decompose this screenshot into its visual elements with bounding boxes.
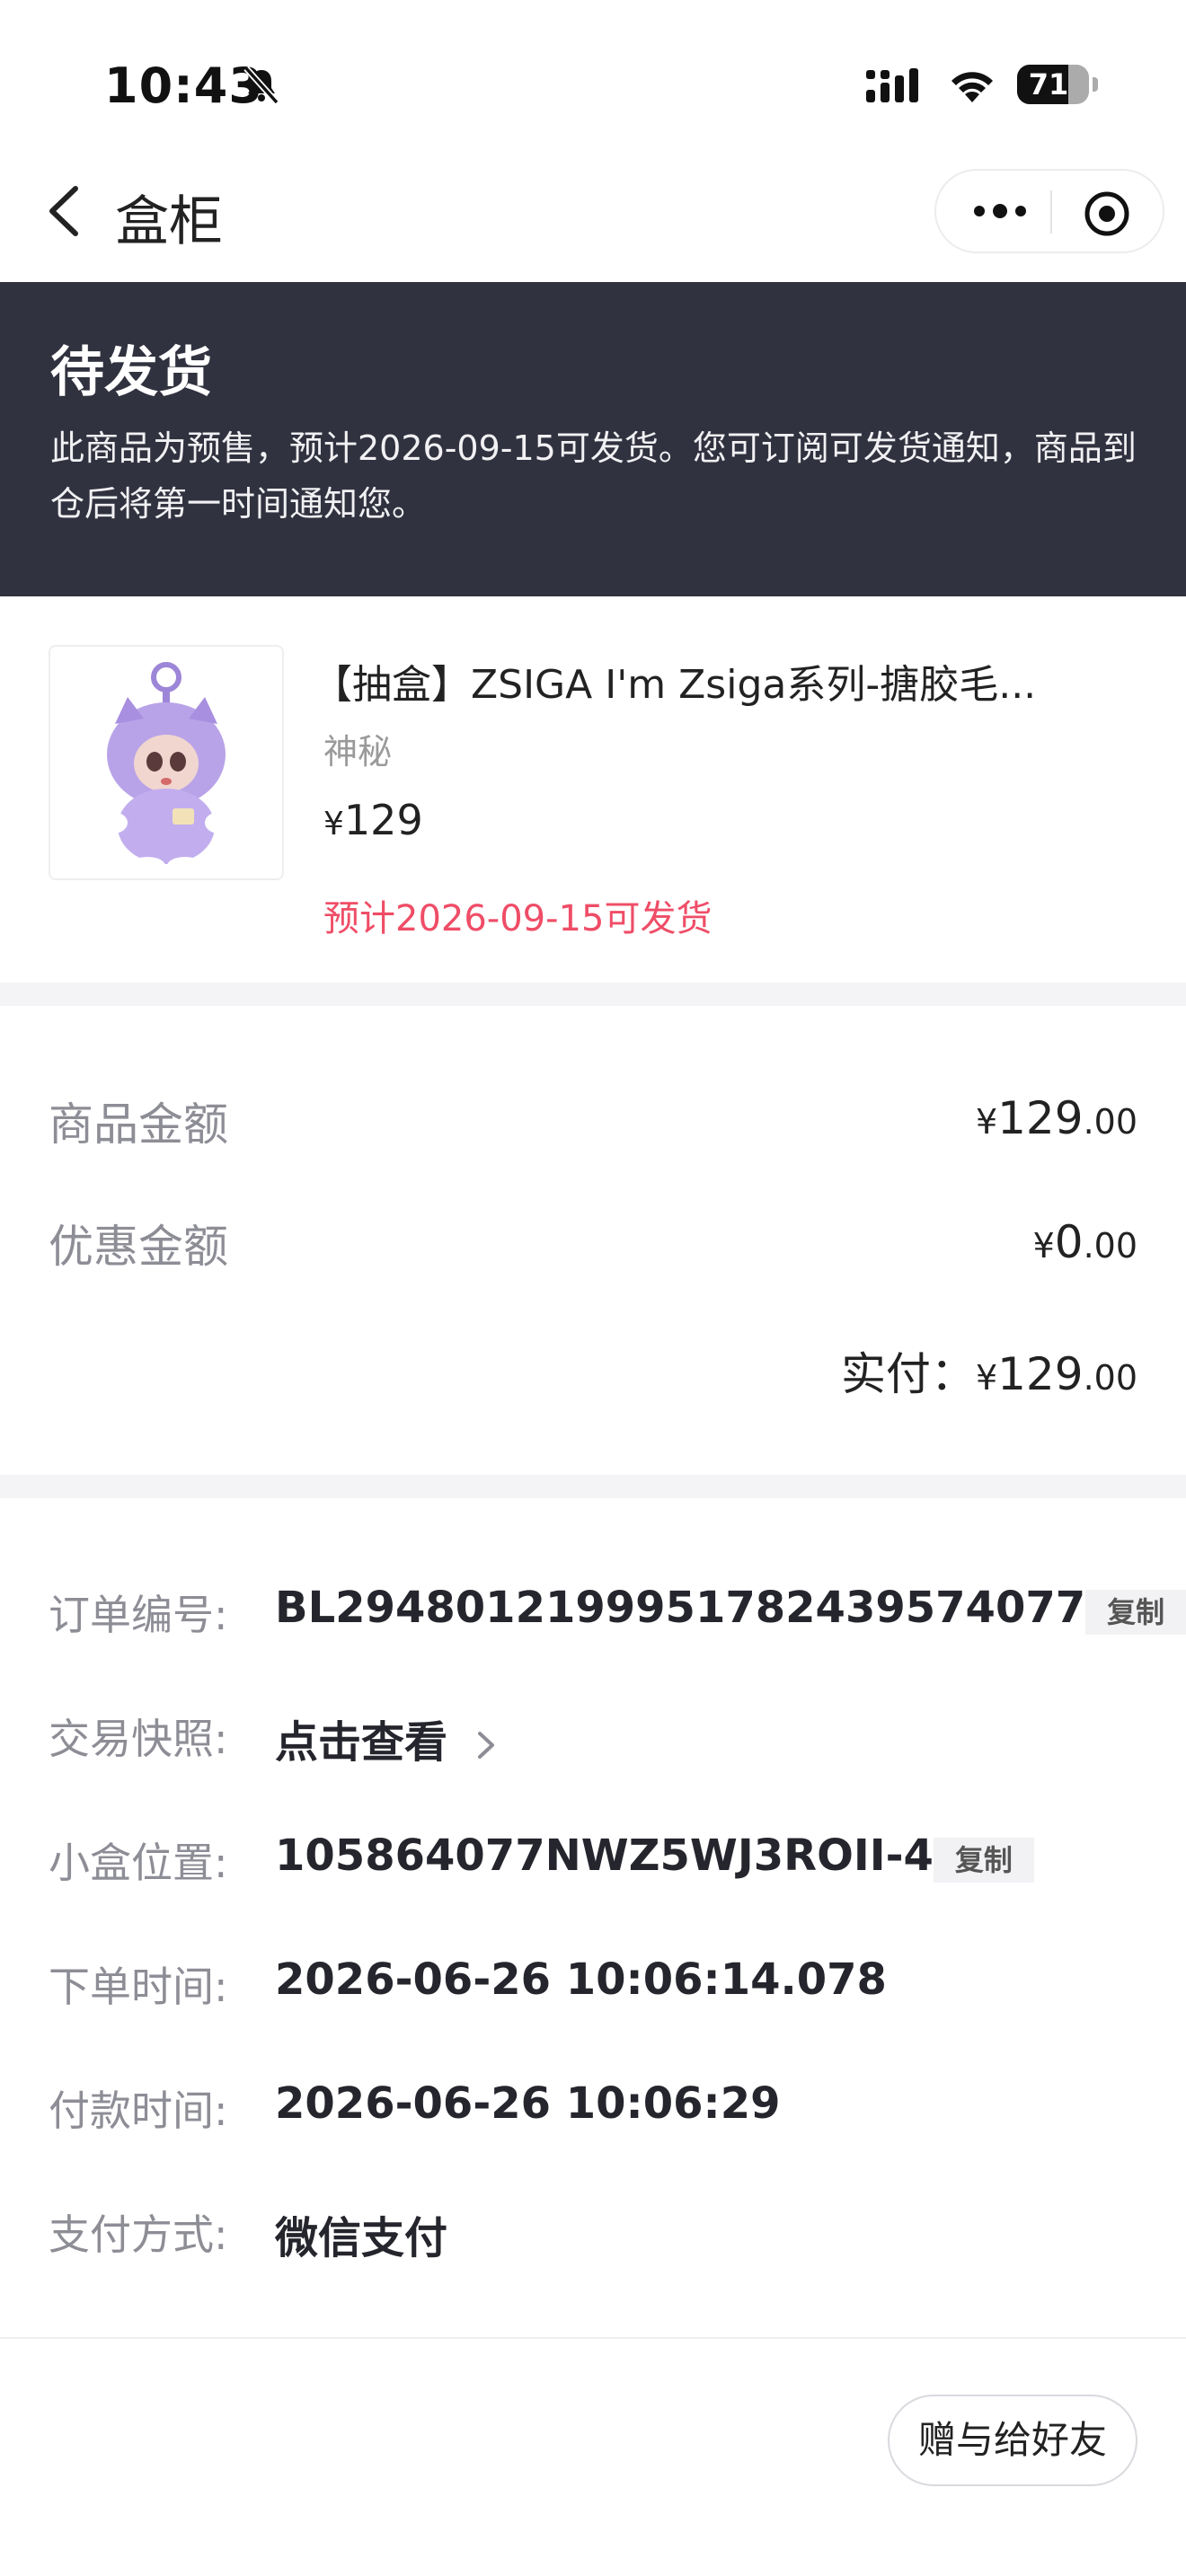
order-number-label: 订单编号: bbox=[49, 1591, 228, 1639]
discount-amount-value: ¥0.00 bbox=[1033, 1216, 1137, 1268]
footer-divider bbox=[0, 2337, 1186, 2339]
chevron-right-icon bbox=[478, 1732, 495, 1759]
battery-cap bbox=[1093, 77, 1098, 92]
snapshot-link[interactable]: 点击查看 bbox=[275, 1707, 500, 1769]
product-variant: 神秘 bbox=[323, 732, 393, 772]
goods-amount-int: 129 bbox=[997, 1092, 1084, 1144]
gift-to-friend-button[interactable]: 赠与给好友 bbox=[888, 2395, 1137, 2486]
battery-indicator: 71 bbox=[1017, 65, 1089, 104]
product-name[interactable]: 【抽盒】ZSIGA I'm Zsiga系列-搪胶毛... bbox=[313, 652, 1157, 710]
discount-amount-int: 0 bbox=[1054, 1216, 1084, 1268]
order-number-value: BL29480121999517824395740​77 bbox=[275, 1583, 1086, 1633]
goods-amount-label: 商品金额 bbox=[49, 1098, 228, 1151]
capsule-divider bbox=[1050, 190, 1052, 234]
copy-order-number-button[interactable]: 复制 bbox=[1085, 1590, 1186, 1635]
plush-figure-icon bbox=[99, 662, 234, 875]
discount-amount-label: 优惠金额 bbox=[49, 1221, 228, 1273]
pay-time-value: 2026-06-26 10:06:29 bbox=[275, 2078, 781, 2129]
battery-level-text: 71 bbox=[1028, 67, 1069, 101]
order-status-title: 待发货 bbox=[50, 341, 212, 404]
product-image[interactable] bbox=[49, 645, 284, 880]
paid-label: 实付： bbox=[840, 1348, 976, 1400]
order-time-value: 2026-06-26 10:06:14.078 bbox=[275, 1954, 887, 2005]
paid-amount-dec: .00 bbox=[1083, 1358, 1137, 1398]
copy-box-position-button[interactable]: 复制 bbox=[933, 1838, 1034, 1883]
box-position-row: 105864077NWZ5WJ3ROII-4 复制 bbox=[275, 1831, 1034, 1883]
currency-symbol: ¥ bbox=[1032, 1226, 1055, 1266]
paid-amount: 实付：¥129.00 bbox=[841, 1338, 1137, 1403]
order-status-description: 此商品为预售，预计2026-09-15可发货。您可订阅可发货通知，商品到仓后将第… bbox=[50, 428, 1137, 524]
box-position-value: 105864077NWZ5WJ3ROII-4 bbox=[275, 1831, 934, 1881]
pay-method-label: 支付方式: bbox=[49, 2210, 228, 2259]
goods-amount-value: ¥129.00 bbox=[976, 1092, 1137, 1144]
pay-time-label: 付款时间: bbox=[49, 2086, 228, 2135]
close-target-icon[interactable] bbox=[1084, 190, 1130, 237]
order-time-label: 下单时间: bbox=[49, 1963, 228, 2011]
pay-method-value: 微信支付 bbox=[275, 2213, 448, 2263]
wifi-icon bbox=[951, 72, 993, 102]
currency-symbol: ¥ bbox=[323, 806, 344, 842]
paid-amount-int: 129 bbox=[997, 1348, 1084, 1400]
goods-amount-dec: .00 bbox=[1083, 1102, 1137, 1142]
currency-symbol: ¥ bbox=[975, 1102, 998, 1142]
snapshot-link-text[interactable]: 点击查看 bbox=[275, 1717, 447, 1768]
order-number-row: BL29480121999517824395740​77 复制 bbox=[275, 1583, 1186, 1635]
product-price-value: 129 bbox=[343, 796, 423, 844]
back-chevron-icon[interactable] bbox=[45, 183, 83, 239]
bell-muted-icon bbox=[243, 66, 279, 105]
discount-amount-dec: .00 bbox=[1083, 1226, 1137, 1266]
snapshot-label: 交易快照: bbox=[49, 1715, 228, 1763]
more-dots-icon[interactable] bbox=[969, 198, 1031, 225]
page-title: 盒柜 bbox=[115, 190, 223, 253]
status-time: 10:43 bbox=[104, 57, 263, 114]
section-separator bbox=[0, 983, 1186, 1006]
mini-program-capsule bbox=[934, 169, 1164, 253]
box-position-label: 小盒位置: bbox=[49, 1839, 228, 1887]
cellular-signal-icon bbox=[866, 68, 918, 102]
section-separator bbox=[0, 1475, 1186, 1498]
currency-symbol: ¥ bbox=[975, 1358, 998, 1398]
product-ship-note: 预计2026-09-15可发货 bbox=[323, 898, 712, 940]
order-status-banner: 待发货 此商品为预售，预计2026-09-15可发货。您可订阅可发货通知，商品到… bbox=[0, 282, 1186, 596]
product-price: ¥129 bbox=[323, 796, 423, 844]
